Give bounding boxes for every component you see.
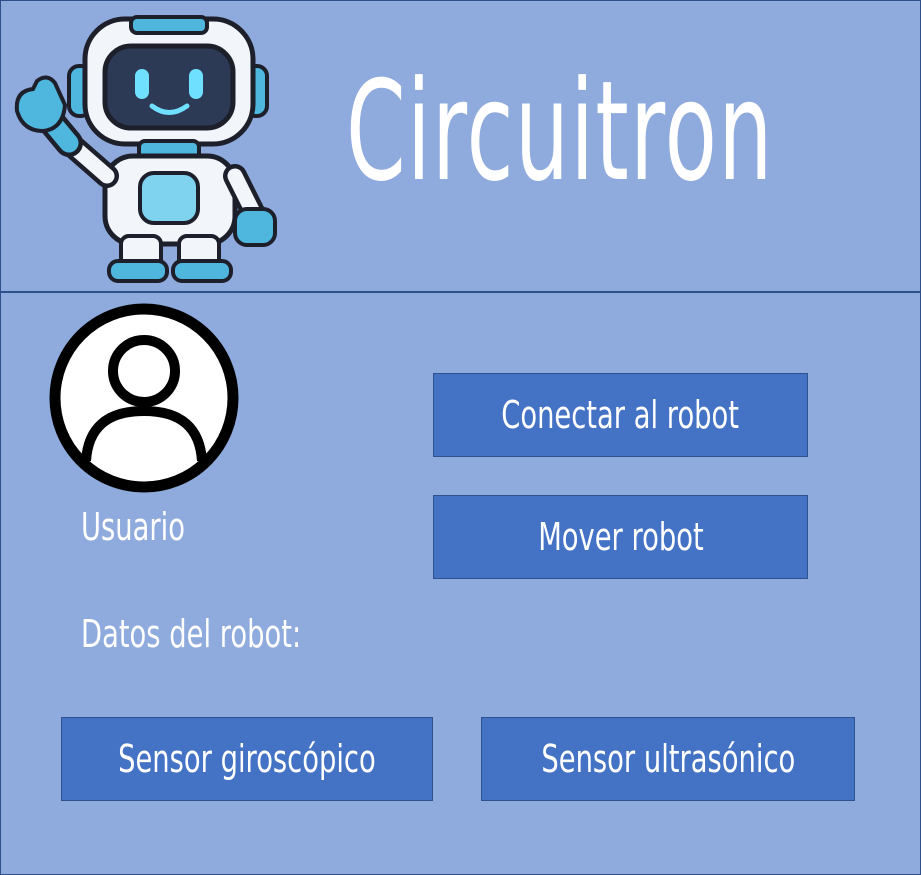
user-label: Usuario [81, 505, 185, 549]
header-divider [1, 291, 920, 293]
user-avatar-icon[interactable] [49, 303, 239, 493]
robot-data-heading: Datos del robot: [81, 612, 302, 656]
move-robot-label: Mover robot [537, 515, 704, 559]
app-window: Circuitron Usuario Conectar al robot Mov… [0, 0, 921, 875]
ultrasonic-sensor-label: Sensor ultrasónico [541, 737, 795, 781]
gyroscope-sensor-label: Sensor giroscópico [118, 737, 376, 781]
header: Circuitron [1, 1, 920, 291]
gyroscope-sensor-button[interactable]: Sensor giroscópico [61, 717, 433, 801]
move-robot-button[interactable]: Mover robot [433, 495, 808, 579]
connect-robot-label: Conectar al robot [501, 393, 740, 437]
robot-mascot-icon [14, 15, 277, 283]
app-title: Circuitron [346, 51, 774, 212]
ultrasonic-sensor-button[interactable]: Sensor ultrasónico [481, 717, 855, 801]
connect-robot-button[interactable]: Conectar al robot [433, 373, 808, 457]
